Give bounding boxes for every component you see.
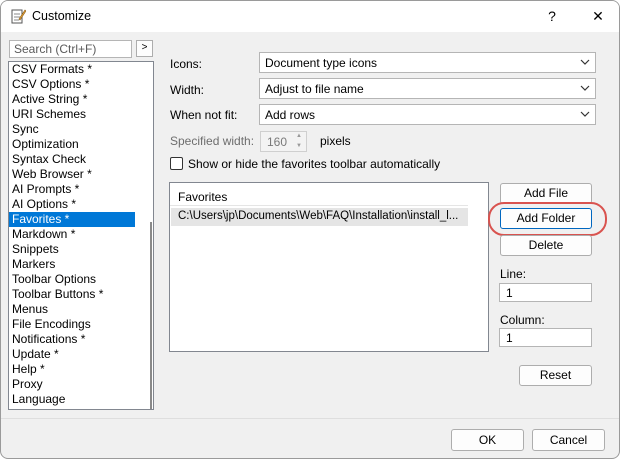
list-item[interactable]: Favorites * [9,212,135,227]
chevron-down-icon [580,111,590,117]
footer-divider [1,418,619,419]
icons-label: Icons: [170,57,203,71]
width-label: Width: [170,83,205,97]
category-scrollbar[interactable] [150,222,152,409]
list-item[interactable]: Markdown * [9,227,135,242]
list-item[interactable]: Active String * [9,92,135,107]
favorites-list[interactable]: Favorites C:\Users\jp\Documents\Web\FAQ\… [169,182,489,352]
icons-combo-value: Document type icons [265,56,378,70]
window-title: Customize [32,9,92,23]
list-item[interactable]: Web Browser * [9,167,135,182]
list-item[interactable]: Menus [9,302,135,317]
spin-up-icon[interactable]: ▲ [292,132,306,141]
list-item[interactable]: File Encodings [9,317,135,332]
favorites-header-divider [170,205,468,206]
when-not-fit-label: When not fit: [170,108,238,122]
list-item[interactable]: Help * [9,362,135,377]
help-button[interactable]: ? [539,1,565,32]
close-button[interactable]: ✕ [583,1,613,32]
list-item[interactable]: URI Schemes [9,107,135,122]
spin-down-icon[interactable]: ▼ [292,142,306,151]
add-file-button[interactable]: Add File [500,183,592,204]
favorites-header: Favorites [178,190,228,204]
list-item[interactable]: Language [9,392,135,407]
specified-width-spinner[interactable]: 160 ▲ ▼ [260,131,307,152]
list-item[interactable]: C:\Users\jp\Documents\Web\FAQ\Installati… [171,208,468,226]
list-item[interactable]: Toolbar Options [9,272,135,287]
list-item[interactable]: AI Options * [9,197,135,212]
list-item[interactable]: Sync [9,122,135,137]
show-toolbar-label: Show or hide the favorites toolbar autom… [188,157,441,171]
list-item[interactable]: Proxy [9,377,135,392]
cancel-button[interactable]: Cancel [532,429,605,451]
chevron-down-icon [580,85,590,91]
add-folder-button[interactable]: Add Folder [500,208,592,229]
specified-width-label: Specified width: [170,134,255,148]
specified-width-value: 160 [267,135,288,149]
list-item[interactable]: Toolbar Buttons * [9,287,135,302]
list-item[interactable]: AI Prompts * [9,182,135,197]
column-label: Column: [500,313,545,327]
title-bar: Customize ? ✕ [1,1,619,32]
category-list[interactable]: CSV Formats * CSV Options * Active String … [8,61,154,410]
list-item[interactable]: Syntax Check [9,152,135,167]
line-label: Line: [500,267,527,281]
chevron-down-icon [580,59,590,65]
delete-button[interactable]: Delete [500,235,592,256]
list-item[interactable]: Optimization [9,137,135,152]
search-input[interactable] [9,40,132,58]
list-item[interactable]: CSV Options * [9,77,135,92]
customize-dialog: Customize ? ✕ > CSV Formats *CSV Options… [0,0,620,459]
list-item[interactable]: Notifications * [9,332,135,347]
list-item[interactable]: Markers [9,257,135,272]
column-field[interactable]: 1 [499,328,592,347]
list-item[interactable]: Snippets [9,242,135,257]
icons-combo[interactable]: Document type icons [259,52,596,73]
reset-button[interactable]: Reset [519,365,592,386]
pixels-unit-label: pixels [320,134,351,148]
line-field[interactable]: 1 [499,283,592,302]
width-combo-value: Adjust to file name [265,82,364,96]
when-not-fit-combo-value: Add rows [265,108,316,122]
search-go-button[interactable]: > [136,40,153,57]
show-toolbar-checkbox[interactable] [170,157,183,170]
list-item[interactable]: CSV Formats * [9,62,135,77]
ok-button[interactable]: OK [451,429,524,451]
list-item[interactable]: Update * [9,347,135,362]
notepad-icon [10,8,27,24]
when-not-fit-combo[interactable]: Add rows [259,104,596,125]
width-combo[interactable]: Adjust to file name [259,78,596,99]
